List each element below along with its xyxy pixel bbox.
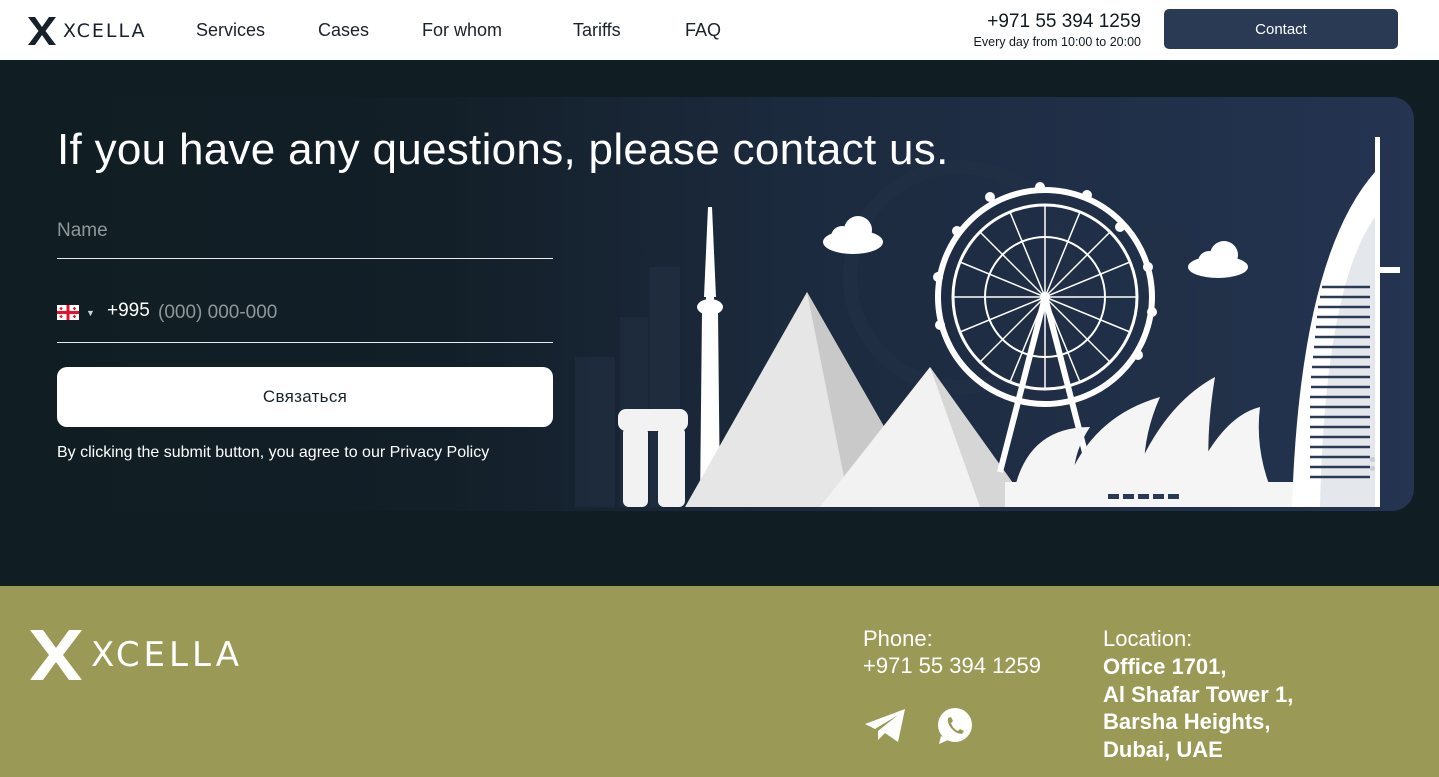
nav-item-for-whom[interactable]: For whom [422, 20, 502, 41]
footer-location-label: Location: [1103, 626, 1193, 651]
address-line: Al Shafar Tower 1, [1103, 681, 1294, 707]
contact-title: If you have any questions, please contac… [57, 125, 949, 174]
dot [1370, 466, 1375, 471]
brand-name: XCELLA [63, 20, 147, 42]
telegram-icon[interactable] [863, 706, 907, 746]
nav-item-tariffs[interactable]: Tariffs [573, 20, 621, 41]
brand-logo[interactable]: XCELLA [27, 17, 147, 45]
xcella-logo-icon [28, 17, 56, 45]
footer-brand-name: XCELLA [91, 635, 243, 675]
name-field [57, 210, 553, 259]
dot [1370, 457, 1375, 462]
contact-button[interactable]: Contact [1164, 9, 1398, 49]
address-line: Office 1701, [1103, 654, 1227, 679]
footer-brand-logo[interactable]: XCELLA [29, 630, 243, 680]
footer-address: Office 1701, Al Shafar Tower 1, Barsha H… [1103, 653, 1293, 763]
country-dropdown-caret-icon[interactable]: ▼ [86, 308, 95, 318]
header-phone-block: +971 55 394 1259 Every day from 10:00 to… [974, 11, 1141, 51]
contact-section: If you have any questions, please contac… [0, 60, 1439, 586]
more-options-icon[interactable] [1370, 457, 1375, 475]
privacy-policy-link[interactable]: Privacy Policy [390, 444, 490, 461]
address-line: Dubai, UAE [1103, 736, 1223, 762]
site-header: XCELLA Services Cases For whom Tariffs F… [0, 0, 1439, 60]
nav-item-services[interactable]: Services [196, 20, 265, 41]
phone-input[interactable] [158, 298, 538, 328]
phone-country-code: +995 [107, 300, 150, 321]
whatsapp-icon[interactable] [935, 706, 975, 746]
consent-text: By clicking the submit button, you agree… [57, 444, 489, 462]
submit-button[interactable]: Связаться [57, 367, 553, 427]
xcella-logo-icon [30, 630, 82, 680]
phone-field: ▼ +995 [57, 294, 553, 343]
address-line: Barsha Heights, [1103, 709, 1271, 734]
site-footer: XCELLA Phone: +971 55 394 1259 Location:… [0, 586, 1439, 777]
nav-item-faq[interactable]: FAQ [685, 20, 721, 41]
georgia-flag-icon[interactable] [57, 305, 79, 320]
nav-item-cases[interactable]: Cases [318, 20, 369, 41]
name-input[interactable] [57, 216, 553, 246]
consent-prefix: By clicking the submit button, you agree… [57, 444, 390, 461]
footer-phone-number[interactable]: +971 55 394 1259 [863, 653, 1041, 679]
footer-phone-label: Phone: [863, 626, 933, 651]
header-phone-number[interactable]: +971 55 394 1259 [974, 11, 1141, 33]
contact-card: If you have any questions, please contac… [30, 97, 1414, 511]
header-working-hours: Every day from 10:00 to 20:00 [973, 35, 1141, 49]
